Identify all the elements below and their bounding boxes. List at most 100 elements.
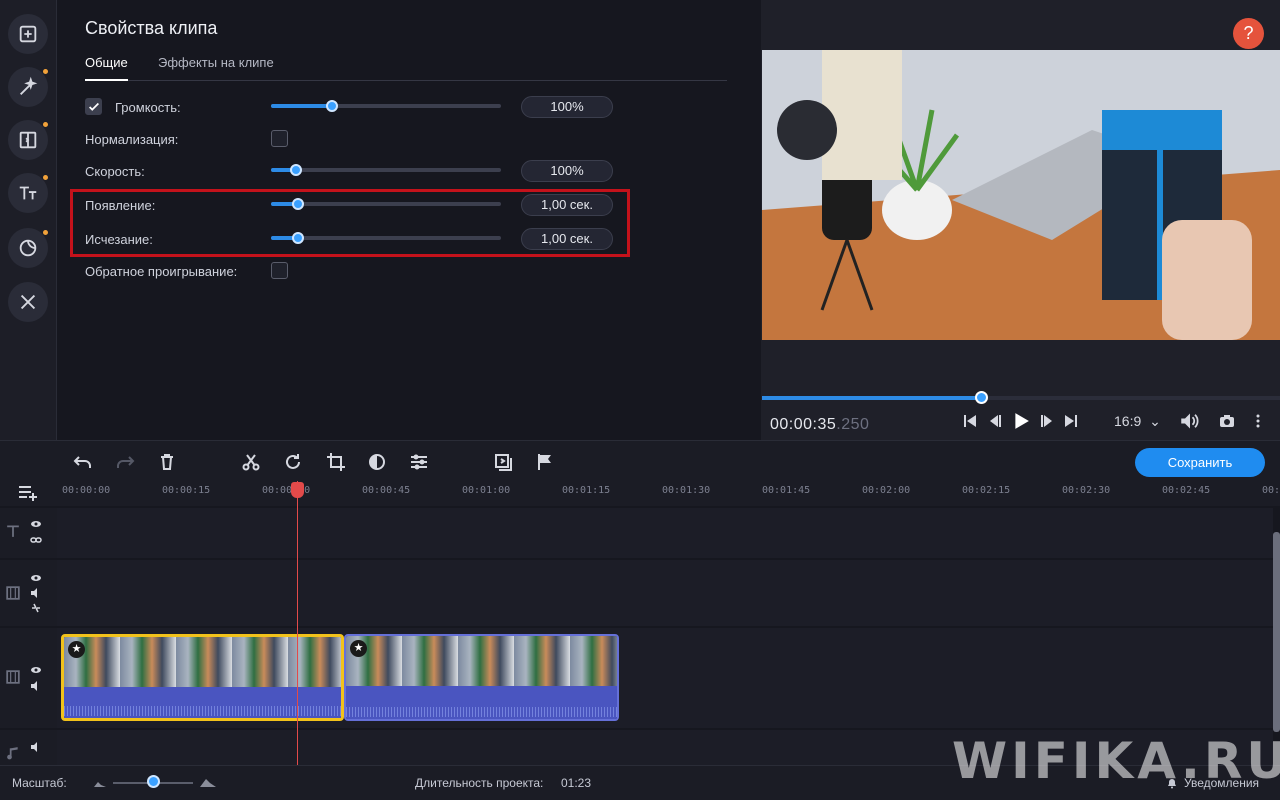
fade-out-value-field[interactable]: 1,00 сек. xyxy=(521,228,613,250)
rotate-button[interactable] xyxy=(282,451,304,473)
timecode-display: 00:00:35.250 xyxy=(770,416,869,434)
timeline-scrollbar[interactable] xyxy=(1273,532,1280,732)
check-icon xyxy=(89,102,99,111)
fade-in-slider[interactable] xyxy=(271,198,501,210)
delete-button[interactable] xyxy=(156,451,178,473)
volume-slider[interactable] xyxy=(271,100,501,112)
export-clip-button[interactable] xyxy=(492,451,514,473)
skip-to-end-button[interactable] xyxy=(1063,411,1079,431)
scissors-icon xyxy=(242,454,260,471)
text-track[interactable] xyxy=(57,508,1273,558)
eye-icon[interactable] xyxy=(30,572,42,584)
timeline: 00:00:00 00:00:15 00:00:30 00:00:45 00:0… xyxy=(0,480,1280,765)
export-icon xyxy=(495,454,512,471)
add-file-icon xyxy=(19,25,37,43)
progress-knob[interactable] xyxy=(975,391,988,404)
crop-icon xyxy=(327,453,345,471)
ruler-tick: 00:02:45 xyxy=(1162,485,1211,496)
speaker-icon[interactable] xyxy=(30,741,42,753)
fade-in-slider-knob[interactable] xyxy=(292,198,304,210)
contrast-icon xyxy=(369,454,385,470)
play-button[interactable] xyxy=(1012,411,1030,431)
normalization-checkbox[interactable] xyxy=(271,130,288,147)
new-indicator xyxy=(43,69,48,74)
more-tools-button[interactable] xyxy=(8,282,48,322)
unlink-icon[interactable] xyxy=(30,602,42,614)
import-files-button[interactable] xyxy=(8,14,48,54)
save-button[interactable]: Сохранить xyxy=(1135,448,1265,477)
fade-in-value-field[interactable]: 1,00 сек. xyxy=(521,194,613,216)
transitions-button[interactable] xyxy=(8,120,48,160)
playback-progress[interactable] xyxy=(762,391,1280,404)
clip-thumbnails xyxy=(64,637,341,687)
next-frame-icon xyxy=(1041,415,1052,427)
link-icon[interactable] xyxy=(30,534,42,546)
clip-properties-button[interactable] xyxy=(408,451,430,473)
more-options-button[interactable] xyxy=(1250,411,1266,431)
timeline-clip[interactable]: ★ xyxy=(344,634,619,721)
aspect-ratio-value: 16:9 xyxy=(1114,413,1142,429)
add-track-area xyxy=(0,480,57,506)
fade-out-slider-knob[interactable] xyxy=(292,232,304,244)
volume-checkbox[interactable] xyxy=(85,98,102,115)
duration-value: 01:23 xyxy=(561,776,592,790)
titles-button[interactable] xyxy=(8,173,48,213)
duration-label: Длительность проекта: xyxy=(415,776,544,790)
new-indicator xyxy=(43,230,48,235)
add-track-icon[interactable] xyxy=(18,482,38,502)
filters-button[interactable] xyxy=(8,67,48,107)
snapshot-button[interactable] xyxy=(1219,411,1235,431)
chevron-down-icon: ⌄ xyxy=(1149,413,1161,429)
volume-button[interactable] xyxy=(1180,411,1200,431)
volume-slider-knob[interactable] xyxy=(326,100,338,112)
speed-slider[interactable] xyxy=(271,164,501,176)
fade-out-slider[interactable] xyxy=(271,232,501,244)
next-frame-button[interactable] xyxy=(1039,411,1055,431)
overlay-track-header xyxy=(0,560,57,626)
tab-clip-effects[interactable]: Эффекты на клипе xyxy=(158,55,274,81)
aspect-ratio-select[interactable]: 16:9 ⌄ xyxy=(1114,413,1161,430)
text-track-header xyxy=(0,508,57,558)
skip-to-start-button[interactable] xyxy=(962,411,978,431)
crop-button[interactable] xyxy=(325,451,347,473)
volume-value-field[interactable]: 100% xyxy=(521,96,613,118)
music-track-header xyxy=(0,730,57,765)
zoom-out-icon[interactable] xyxy=(94,779,106,787)
stickers-button[interactable] xyxy=(8,228,48,268)
skip-start-icon xyxy=(964,415,976,427)
playhead-line[interactable] xyxy=(297,481,298,765)
timeline-clip-selected[interactable]: ★ xyxy=(61,634,344,721)
eye-icon[interactable] xyxy=(30,518,42,530)
undo-button[interactable] xyxy=(72,451,94,473)
redo-button[interactable] xyxy=(114,451,136,473)
time-ruler[interactable]: 00:00:00 00:00:15 00:00:30 00:00:45 00:0… xyxy=(57,480,1280,506)
overlay-video-track[interactable] xyxy=(57,560,1273,626)
playhead-handle[interactable] xyxy=(291,482,304,498)
help-button[interactable]: ? xyxy=(1233,18,1264,49)
film-icon xyxy=(6,586,20,600)
star-icon: ★ xyxy=(350,640,367,657)
speed-value-field[interactable]: 100% xyxy=(521,160,613,182)
zoom-in-icon[interactable] xyxy=(200,777,216,787)
video-preview[interactable] xyxy=(762,50,1280,340)
ruler-tick: 00:02:30 xyxy=(1062,485,1111,496)
split-button[interactable] xyxy=(240,451,262,473)
tab-general[interactable]: Общие xyxy=(85,55,128,81)
properties-tabs: Общие Эффекты на клипе xyxy=(85,55,727,81)
app-window: Свойства клипа Общие Эффекты на клипе Гр… xyxy=(0,0,1280,800)
eye-icon[interactable] xyxy=(30,664,42,676)
ruler-tick: 00:01:00 xyxy=(462,485,511,496)
zoom-slider-knob[interactable] xyxy=(147,775,160,788)
color-adjust-button[interactable] xyxy=(366,451,388,473)
tools-icon xyxy=(20,294,36,310)
clip-properties-panel: Свойства клипа Общие Эффекты на клипе Гр… xyxy=(57,0,761,440)
speaker-icon[interactable] xyxy=(30,587,42,599)
clip-audio xyxy=(64,687,341,718)
prev-frame-button[interactable] xyxy=(987,411,1003,431)
speed-slider-knob[interactable] xyxy=(290,164,302,176)
main-video-track[interactable]: ★ ★ xyxy=(57,628,1273,728)
speaker-icon[interactable] xyxy=(30,680,42,692)
reverse-checkbox[interactable] xyxy=(271,262,288,279)
marker-button[interactable] xyxy=(534,451,556,473)
magic-wand-icon xyxy=(20,76,38,95)
